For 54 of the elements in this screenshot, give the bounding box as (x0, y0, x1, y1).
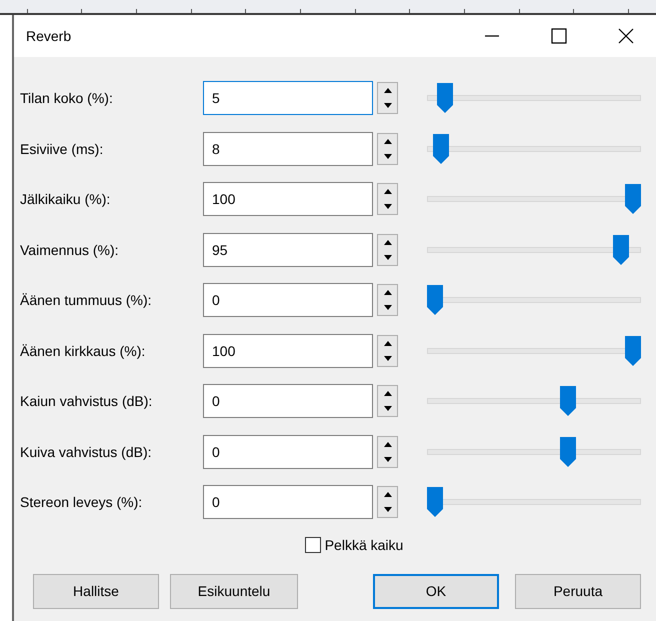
slider[interactable] (427, 436, 641, 467)
value-field[interactable]: 0 (203, 384, 373, 418)
value-field[interactable]: 0 (203, 283, 373, 318)
checkbox[interactable] (304, 536, 321, 552)
slider[interactable] (427, 336, 641, 366)
dialog-button[interactable]: Peruuta (515, 574, 641, 608)
spin-buttons[interactable] (377, 486, 398, 518)
parameter-label: Vaimennus (%): (20, 242, 120, 258)
parameter-label: Jälkikaiku (%): (20, 191, 112, 208)
value-field[interactable]: 0 (203, 434, 373, 469)
spin-buttons[interactable] (377, 183, 398, 216)
slider-thumb[interactable] (560, 386, 576, 416)
slider[interactable] (427, 386, 641, 416)
spin-buttons[interactable] (377, 436, 398, 468)
slider-thumb[interactable] (427, 285, 443, 316)
slider[interactable] (427, 184, 641, 214)
value-field[interactable]: 8 (203, 132, 373, 166)
parameter-label: Äänen kirkkaus (%): (20, 342, 146, 359)
parameter-label: Stereon leveys (%): (20, 494, 144, 510)
spin-buttons[interactable] (377, 234, 398, 266)
parameter-label: Äänen tummuus (%): (20, 292, 152, 308)
slider[interactable] (427, 234, 641, 265)
slider-thumb[interactable] (427, 487, 443, 518)
spin-buttons[interactable] (377, 82, 398, 114)
slider-thumb[interactable] (432, 134, 449, 164)
dialog-button[interactable]: Esikuuntelu (170, 574, 298, 608)
slider-thumb[interactable] (625, 336, 641, 366)
slider[interactable] (427, 285, 641, 316)
slider[interactable] (427, 134, 641, 164)
parameter-label: Kaiun vahvistus (dB): (20, 393, 154, 410)
spin-buttons[interactable] (377, 284, 398, 316)
parameter-label: Kuiva vahvistus (dB): (20, 444, 152, 460)
slider-thumb[interactable] (625, 184, 641, 214)
slider-thumb[interactable] (613, 234, 630, 265)
slider[interactable] (427, 487, 641, 518)
parameter-label: Tilan koko (%): (20, 90, 114, 106)
value-field[interactable]: 100 (203, 334, 373, 368)
slider-thumb[interactable] (560, 436, 576, 467)
window-title: Reverb (26, 28, 72, 44)
spin-buttons[interactable] (377, 132, 398, 165)
spin-buttons[interactable] (377, 385, 398, 418)
slider[interactable] (427, 83, 641, 114)
value-field[interactable]: 95 (203, 232, 373, 267)
slider-thumb[interactable] (436, 83, 453, 114)
value-field[interactable]: 5 (203, 81, 373, 116)
parameter-label: Esiviive (ms): (20, 140, 104, 157)
dialog-button[interactable]: OK (373, 574, 499, 608)
dialog-button[interactable]: Hallitse (33, 574, 159, 608)
maximize-icon[interactable] (551, 28, 567, 44)
checkbox-label: Pelkkä kaiku (324, 536, 404, 552)
spin-buttons[interactable] (377, 334, 398, 367)
value-field[interactable]: 100 (203, 182, 373, 216)
close-icon[interactable] (618, 28, 634, 44)
value-field[interactable]: 0 (203, 485, 373, 520)
